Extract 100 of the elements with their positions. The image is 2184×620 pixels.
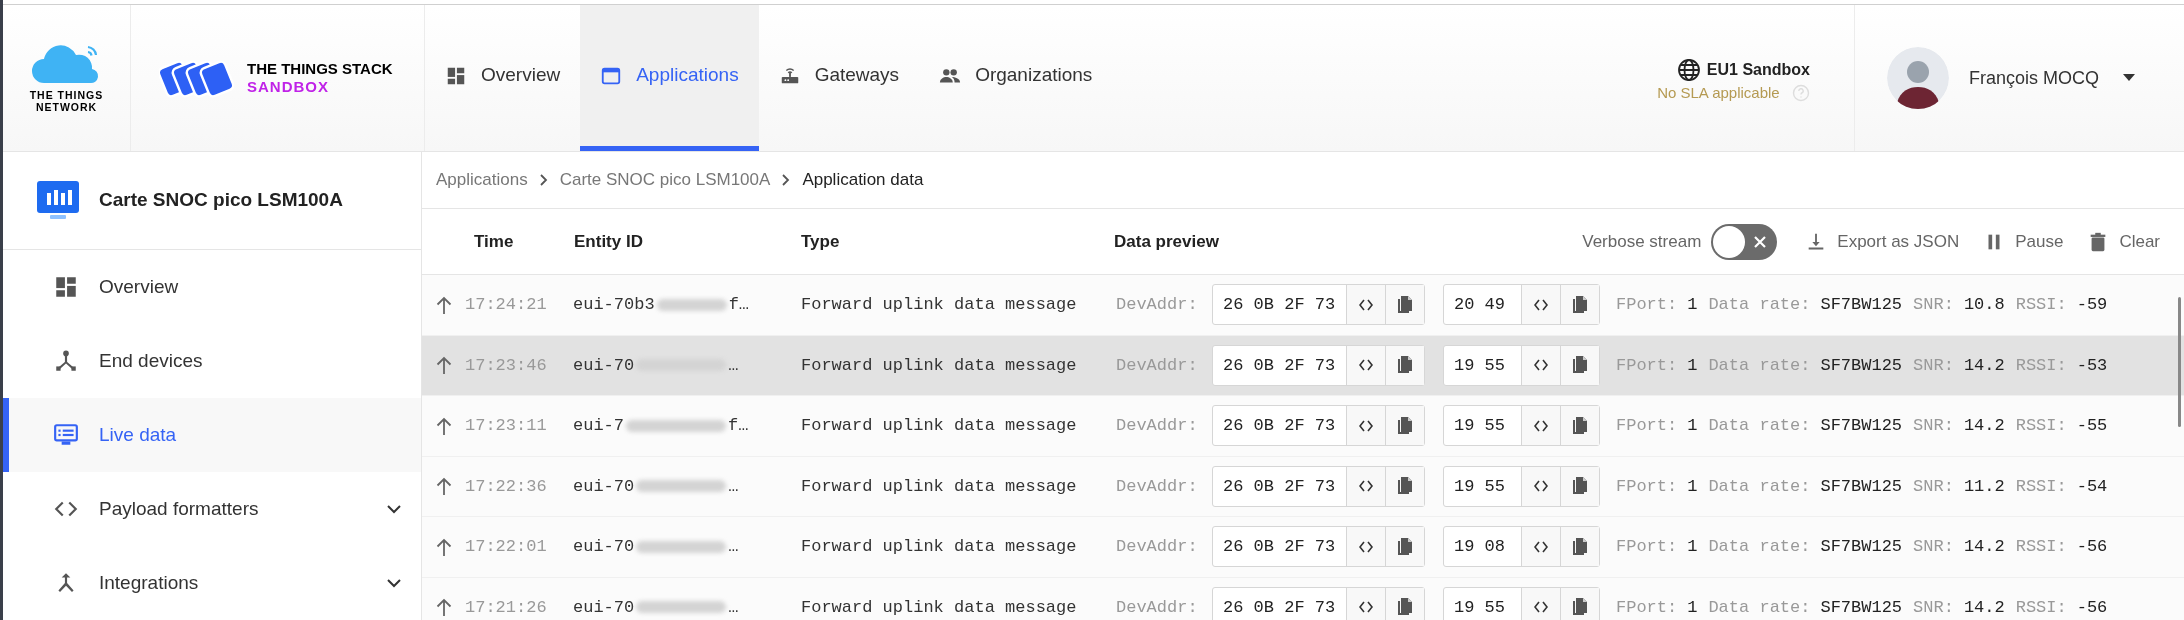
arrow-up-icon bbox=[436, 416, 452, 435]
copy-button[interactable] bbox=[1560, 587, 1599, 620]
code-icon bbox=[1359, 419, 1373, 432]
entity-id: eui-70b3 bbox=[573, 294, 655, 316]
field-label: DevAddr: bbox=[1116, 294, 1199, 316]
format-button[interactable] bbox=[1521, 406, 1560, 446]
field-value: 1 bbox=[1687, 475, 1698, 498]
sidebar-item[interactable]: Overview bbox=[3, 250, 421, 324]
nav-tab[interactable]: Gateways bbox=[758, 5, 920, 151]
event-row[interactable]: 17:22:01 eui-70 … Forward uplink data message DevAddr: 26 0B 2F 73 19 08 FPort: 1 Data rate: SF7BW125 SNR: 14.2 RSSI: -56 bbox=[422, 517, 2184, 578]
nav-tab[interactable]: Overview bbox=[425, 5, 581, 151]
format-button[interactable] bbox=[1346, 406, 1385, 446]
time-cell-text: 17:22:36 bbox=[465, 475, 548, 498]
code-field: 19 08 bbox=[1443, 526, 1600, 568]
code-field: 26 0B 2F 73 bbox=[1212, 344, 1425, 386]
field-label: RSSI: bbox=[2015, 294, 2067, 316]
code-icon bbox=[1534, 419, 1548, 432]
event-row[interactable]: 17:23:46 eui-70 … Forward uplink data message DevAddr: 26 0B 2F 73 19 55 FPort: 1 Data rate: SF7BW125 SNR: 14.2 RSSI: -53 bbox=[422, 335, 2184, 396]
code-field: 26 0B 2F 73 bbox=[1212, 284, 1425, 326]
time-cell-text: 17:22:01 bbox=[465, 536, 548, 558]
monitor-icon bbox=[53, 422, 79, 448]
field-value: -55 bbox=[2076, 415, 2108, 437]
copy-button[interactable] bbox=[1385, 345, 1424, 385]
code-field: 19 55 bbox=[1443, 465, 1600, 507]
field-value: 1 bbox=[1687, 294, 1698, 316]
breadcrumb-link[interactable]: Carte SNOC pico LSM100A bbox=[559, 167, 771, 193]
nav-tab[interactable]: Applications bbox=[580, 5, 759, 151]
nav-tab[interactable]: Organizations bbox=[919, 5, 1113, 151]
format-button[interactable] bbox=[1521, 587, 1560, 620]
code-field: 26 0B 2F 73 bbox=[1212, 586, 1425, 620]
scrollbar-thumb[interactable] bbox=[2178, 297, 2181, 427]
copy-button[interactable] bbox=[1560, 406, 1599, 446]
field-value: -56 bbox=[2076, 536, 2108, 558]
cross-icon bbox=[1753, 234, 1768, 249]
app-name: Carte SNOC pico LSM100A bbox=[99, 188, 343, 213]
globe-icon bbox=[1676, 57, 1701, 82]
format-button[interactable] bbox=[1521, 466, 1560, 506]
field-label: Data rate: bbox=[1708, 475, 1811, 498]
code-icon bbox=[1534, 480, 1548, 493]
code-icon bbox=[1534, 359, 1548, 372]
copy-button[interactable] bbox=[1560, 285, 1599, 325]
breadcrumb-link[interactable]: Applications bbox=[436, 167, 528, 193]
column-header: Time bbox=[474, 230, 515, 253]
copy-button[interactable] bbox=[1385, 527, 1424, 567]
sidebar-item[interactable]: Payload formatters bbox=[3, 472, 421, 546]
field-label: DevAddr: bbox=[1116, 475, 1199, 498]
toolbar-button[interactable]: Export as JSON bbox=[1805, 228, 1960, 255]
time-cell-text: 17:23:46 bbox=[465, 354, 548, 377]
format-button[interactable] bbox=[1346, 466, 1385, 506]
event-row[interactable]: 17:24:21 eui-70b3 f… Forward uplink data message DevAddr: 26 0B 2F 73 20 49 FPort: 1 Data rate: SF7BW125 SNR: 10.8 RSSI: -59 bbox=[422, 275, 2184, 336]
copy-button[interactable] bbox=[1560, 466, 1599, 506]
event-row[interactable]: 17:22:36 eui-70 … Forward uplink data message DevAddr: 26 0B 2F 73 19 55 FPort: 1 Data rate: SF7BW125 SNR: 11.2 RSSI: -54 bbox=[422, 456, 2184, 517]
event-row[interactable]: 17:23:11 eui-7 f… Forward uplink data message DevAddr: 26 0B 2F 73 19 55 FPort: 1 Data rate: SF7BW125 SNR: 14.2 RSSI: -55 bbox=[422, 396, 2184, 457]
field-label: FPort: bbox=[1616, 294, 1678, 316]
copy-icon bbox=[1572, 477, 1588, 496]
arrow-up-icon bbox=[436, 295, 452, 314]
copy-button[interactable] bbox=[1385, 466, 1424, 506]
format-button[interactable] bbox=[1521, 527, 1560, 567]
event-row[interactable]: 17:21:26 eui-70 … Forward uplink data message DevAddr: 26 0B 2F 73 19 55 FPort: 1 Data rate: SF7BW125 SNR: 14.2 RSSI: -56 bbox=[422, 577, 2184, 620]
field-label: DevAddr: bbox=[1116, 354, 1199, 377]
toolbar-button[interactable]: Clear bbox=[2087, 228, 2160, 255]
code-field: 26 0B 2F 73 bbox=[1212, 405, 1425, 447]
sidebar-item[interactable]: End devices bbox=[3, 324, 421, 398]
field-value: -53 bbox=[2076, 354, 2108, 377]
entity-id: … bbox=[728, 596, 739, 619]
sidebar-item[interactable]: Integrations bbox=[3, 546, 421, 620]
field-label: Data rate: bbox=[1708, 354, 1811, 377]
entity-id: f… bbox=[728, 415, 749, 437]
field-label: RSSI: bbox=[2015, 596, 2067, 619]
copy-icon bbox=[1397, 477, 1413, 496]
product-subtitle: SANDBOX bbox=[247, 78, 330, 96]
field-label: Data rate: bbox=[1708, 536, 1811, 558]
field-label: FPort: bbox=[1616, 354, 1678, 377]
verbose-toggle[interactable] bbox=[1711, 223, 1778, 260]
copy-button[interactable] bbox=[1560, 527, 1599, 567]
code-field: 26 0B 2F 73 bbox=[1212, 526, 1425, 568]
format-button[interactable] bbox=[1346, 527, 1385, 567]
format-button[interactable] bbox=[1521, 345, 1560, 385]
format-button[interactable] bbox=[1346, 285, 1385, 325]
field-label: RSSI: bbox=[2015, 475, 2067, 498]
code-field: 19 55 bbox=[1443, 405, 1600, 447]
entity-id: eui-70 bbox=[573, 354, 635, 377]
redaction-blur bbox=[656, 298, 727, 311]
toolbar-button[interactable]: Pause bbox=[1983, 228, 2064, 255]
field-value: 10.8 bbox=[1963, 294, 2005, 316]
time-cell-text: 17:24:21 bbox=[465, 294, 548, 316]
format-button[interactable] bbox=[1346, 587, 1385, 620]
copy-button[interactable] bbox=[1385, 406, 1424, 446]
arrow-up-icon bbox=[436, 537, 452, 556]
field-label: SNR: bbox=[1913, 536, 1954, 558]
format-button[interactable] bbox=[1346, 345, 1385, 385]
copy-button[interactable] bbox=[1385, 285, 1424, 325]
sidebar-item[interactable]: Live data bbox=[3, 398, 421, 472]
copy-button[interactable] bbox=[1385, 587, 1424, 620]
copy-icon bbox=[1397, 356, 1413, 375]
field-label: FPort: bbox=[1616, 596, 1678, 619]
format-button[interactable] bbox=[1521, 285, 1560, 325]
chevron-right-icon bbox=[782, 174, 791, 186]
code-field: 20 49 bbox=[1443, 284, 1600, 326]
copy-button[interactable] bbox=[1560, 345, 1599, 385]
